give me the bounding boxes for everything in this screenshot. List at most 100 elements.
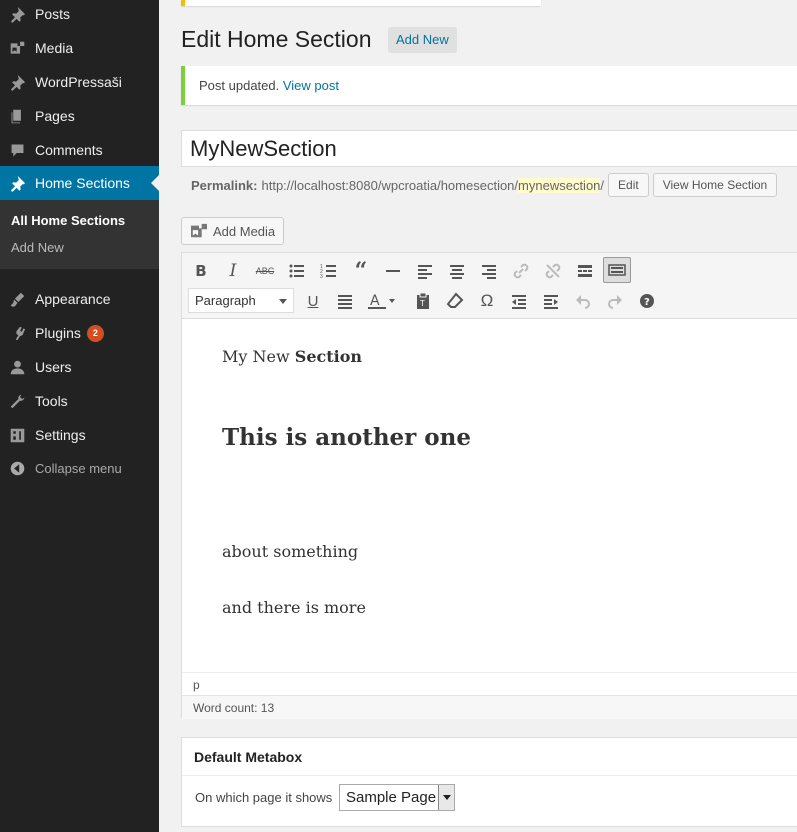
redo-icon[interactable] bbox=[601, 288, 629, 314]
sidebar-item-label: Home Sections bbox=[35, 175, 130, 191]
svg-text:T: T bbox=[420, 299, 425, 308]
sidebar-item-settings[interactable]: Settings bbox=[0, 418, 159, 452]
permalink-base: http://localhost:8080/wpcroatia/homesect… bbox=[261, 177, 519, 193]
svg-text:A: A bbox=[370, 293, 380, 309]
default-metabox: Default Metabox On which page it shows S… bbox=[181, 737, 797, 827]
page-select-value: Sample Page bbox=[346, 789, 437, 806]
content-bold-text: Section bbox=[294, 347, 363, 366]
sidebar-item-plugins[interactable]: Plugins 2 bbox=[0, 316, 159, 350]
view-home-section-button[interactable]: View Home Section bbox=[652, 173, 778, 197]
permalink-row: Permalink: http://localhost:8080/wpcroat… bbox=[191, 172, 778, 198]
text-color-icon[interactable]: A bbox=[363, 288, 401, 314]
users-icon bbox=[8, 358, 26, 376]
page-title: Edit Home Section bbox=[181, 26, 372, 52]
page-select[interactable]: Sample Page bbox=[339, 784, 455, 811]
sidebar-item-media[interactable]: Media bbox=[0, 31, 159, 65]
sidebar-item-label: Plugins bbox=[35, 325, 81, 341]
sidebar-submenu: All Home Sections Add New bbox=[0, 200, 159, 269]
permalink-slug[interactable]: mynewsection bbox=[518, 177, 601, 193]
toolbar-toggle-icon[interactable] bbox=[603, 257, 631, 283]
indent-icon[interactable] bbox=[537, 288, 565, 314]
settings-icon bbox=[8, 426, 26, 444]
chevron-down-icon bbox=[279, 299, 287, 308]
pin-icon bbox=[8, 174, 26, 192]
svg-text:3: 3 bbox=[320, 274, 323, 280]
media-icon bbox=[191, 223, 207, 238]
chevron-down-icon bbox=[438, 785, 454, 810]
collapse-menu-button[interactable]: Collapse menu bbox=[0, 451, 159, 485]
sidebar-item-label: Media bbox=[35, 40, 74, 56]
align-right-icon[interactable] bbox=[475, 258, 503, 284]
comments-icon bbox=[8, 141, 26, 159]
strikethrough-icon[interactable]: ABC bbox=[251, 258, 279, 284]
sidebar-item-label: Tools bbox=[35, 393, 68, 409]
sidebar-item-wordpressasi[interactable]: WordPressaši bbox=[0, 65, 159, 99]
blockquote-icon[interactable]: “ bbox=[347, 258, 375, 284]
content-text: My New bbox=[222, 347, 295, 366]
sidebar-item-tools[interactable]: Tools bbox=[0, 384, 159, 418]
undo-icon[interactable] bbox=[569, 288, 597, 314]
tools-icon bbox=[8, 392, 26, 410]
sidebar-item-pages[interactable]: Pages bbox=[0, 99, 159, 133]
page-select-label: On which page it shows bbox=[195, 790, 333, 805]
justify-icon[interactable] bbox=[331, 288, 359, 314]
sidebar-item-label: Users bbox=[35, 359, 72, 375]
view-post-link[interactable]: View post bbox=[283, 78, 339, 93]
bullet-list-icon[interactable] bbox=[283, 258, 311, 284]
bold-icon[interactable]: B bbox=[187, 258, 215, 284]
format-select[interactable]: Paragraph bbox=[188, 288, 294, 313]
clear-formatting-icon[interactable] bbox=[441, 288, 469, 314]
editor-content-area[interactable]: My New Section This is another one about… bbox=[182, 320, 797, 672]
submenu-add-new[interactable]: Add New bbox=[11, 240, 64, 255]
plugins-icon bbox=[8, 324, 26, 342]
pages-icon bbox=[8, 107, 26, 125]
format-select-value: Paragraph bbox=[195, 293, 256, 308]
align-center-icon[interactable] bbox=[443, 258, 471, 284]
read-more-icon[interactable] bbox=[571, 258, 599, 284]
content-editor: B I ABC 123 “ Paragraph U A T Ω ? My New… bbox=[181, 252, 797, 719]
add-new-button[interactable]: Add New bbox=[388, 27, 457, 53]
previous-notice-fragment bbox=[181, 0, 541, 6]
horizontal-line-icon[interactable] bbox=[379, 258, 407, 284]
sidebar-item-label: Pages bbox=[35, 108, 75, 124]
notice-text: Post updated. bbox=[199, 78, 280, 93]
sidebar-item-label: Appearance bbox=[35, 291, 111, 307]
sidebar-item-posts[interactable]: Posts bbox=[0, 0, 159, 31]
align-left-icon[interactable] bbox=[411, 258, 439, 284]
numbered-list-icon[interactable]: 123 bbox=[315, 258, 343, 284]
insert-link-icon[interactable] bbox=[507, 258, 535, 284]
pin-icon bbox=[8, 5, 26, 23]
media-icon bbox=[8, 39, 26, 57]
sidebar-item-users[interactable]: Users bbox=[0, 350, 159, 384]
paste-text-icon[interactable]: T bbox=[409, 288, 437, 314]
unlink-icon[interactable] bbox=[539, 258, 567, 284]
special-character-icon[interactable]: Ω bbox=[473, 288, 501, 314]
appearance-icon bbox=[8, 290, 26, 308]
edit-slug-button[interactable]: Edit bbox=[608, 173, 649, 197]
outdent-icon[interactable] bbox=[505, 288, 533, 314]
content-paragraph: and there is more bbox=[222, 598, 366, 617]
metabox-title[interactable]: Default Metabox bbox=[194, 749, 302, 765]
word-count: Word count: 13 bbox=[182, 695, 797, 719]
submenu-all-home-sections[interactable]: All Home Sections bbox=[11, 213, 125, 228]
svg-text:?: ? bbox=[644, 297, 650, 308]
content-heading: This is another one bbox=[222, 424, 471, 451]
italic-icon[interactable]: I bbox=[219, 258, 247, 284]
sidebar-item-label: Posts bbox=[35, 6, 71, 22]
underline-icon[interactable]: U bbox=[299, 288, 327, 314]
admin-sidebar: Posts Media WordPressaši Pages Comments … bbox=[0, 0, 159, 832]
sidebar-item-label: Settings bbox=[35, 427, 86, 443]
pin-icon bbox=[8, 73, 26, 91]
add-media-label: Add Media bbox=[213, 223, 276, 239]
element-path: p bbox=[182, 672, 797, 695]
add-media-button[interactable]: Add Media bbox=[181, 217, 284, 245]
help-icon[interactable]: ? bbox=[633, 288, 661, 314]
sidebar-item-appearance[interactable]: Appearance bbox=[0, 282, 159, 316]
collapse-arrow-icon bbox=[8, 459, 26, 477]
permalink-end: / bbox=[600, 177, 605, 193]
sidebar-item-comments[interactable]: Comments bbox=[0, 133, 159, 167]
post-title-input[interactable]: MyNewSection bbox=[181, 130, 797, 167]
sidebar-item-home-sections[interactable]: Home Sections bbox=[0, 166, 159, 200]
content-paragraph: about something bbox=[222, 542, 359, 561]
editor-toolbar: B I ABC 123 “ Paragraph U A T Ω ? bbox=[182, 253, 797, 319]
